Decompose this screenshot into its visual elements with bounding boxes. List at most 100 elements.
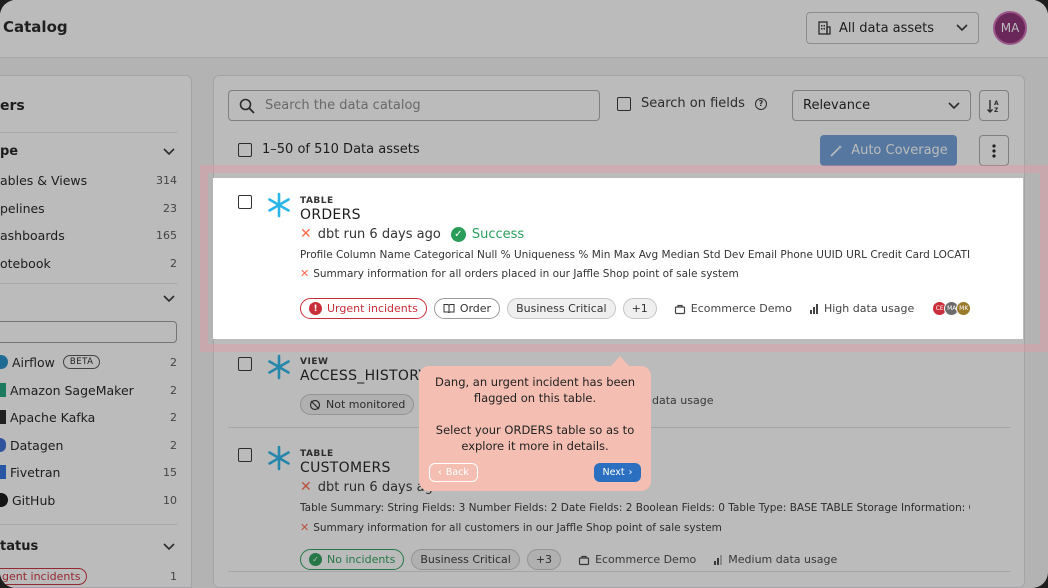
more-tags-badge[interactable]: +3 [526, 549, 562, 570]
more-tags-badge[interactable]: +1 [622, 298, 657, 319]
select-all-checkbox[interactable] [238, 142, 252, 157]
domain-label: Ecommerce Demo [690, 302, 792, 315]
source-filter-input[interactable] [0, 321, 177, 343]
tag-label: +3 [535, 553, 553, 566]
domain-icon [578, 555, 590, 565]
source-filter-sagemaker[interactable]: Amazon SageMaker 2 [0, 380, 177, 400]
next-label: Next [602, 467, 625, 478]
auto-coverage-button[interactable]: Auto Coverage [820, 135, 957, 166]
filter-label: ashboards [0, 227, 65, 243]
type-filter-notebook[interactable]: otebook 2 [0, 253, 177, 273]
filter-label: pelines [0, 200, 45, 216]
owner-avatar: MK [956, 301, 972, 316]
divider [0, 524, 177, 525]
dbt-icon: ✕ [300, 521, 310, 534]
type-filter-header[interactable]: pe [0, 144, 177, 159]
dbt-icon: ✕ [300, 267, 310, 280]
filter-label: Amazon SageMaker [10, 382, 134, 398]
filter-label: ables & Views [0, 172, 88, 188]
filter-label: GitHub [12, 492, 56, 508]
chevron-down-icon [163, 542, 175, 550]
popover-arrow [611, 356, 629, 366]
type-filter-tables[interactable]: ables & Views 314 [0, 170, 177, 190]
filter-label: Airflow [12, 354, 55, 370]
domain-icon [674, 304, 685, 314]
usage-label: High data usage [823, 302, 915, 315]
asset-card-orders[interactable]: TABLE ORDERS ✕ dbt run 6 days ago ✓ Succ… [213, 178, 1023, 339]
search-on-fields-checkbox[interactable] [617, 96, 631, 111]
datagen-icon [0, 438, 6, 452]
filter-count: 165 [156, 228, 177, 242]
sagemaker-icon [0, 383, 6, 397]
business-critical-tag[interactable]: Business Critical [411, 549, 520, 570]
sort-select[interactable]: Relevance [792, 90, 971, 121]
info-icon[interactable]: ? [754, 97, 767, 110]
search-input[interactable]: Search the data catalog [228, 90, 600, 121]
filter-count: 10 [163, 493, 177, 507]
filter-count: 2 [170, 256, 177, 270]
asset-name: ORDERS [300, 207, 361, 223]
usage-bars-icon [714, 554, 723, 565]
sort-order-button[interactable]: AZ [979, 90, 1009, 121]
airflow-icon [0, 355, 8, 369]
row-checkbox[interactable] [238, 448, 252, 462]
status-filter-header[interactable]: tatus [0, 539, 177, 554]
chevron-down-icon [948, 101, 960, 109]
chevron-left-icon: ‹ [438, 467, 442, 478]
status-filter-label: tatus [0, 539, 39, 554]
type-filter-dashboards[interactable]: ashboards 165 [0, 225, 177, 245]
dbt-icon: ✕ [300, 226, 312, 242]
eye-off-icon [309, 399, 321, 410]
source-filter-datagen[interactable]: Datagen 2 [0, 435, 177, 455]
source-filter-kafka[interactable]: Apache Kafka 2 [0, 407, 177, 427]
filter-count: 2 [170, 383, 177, 397]
tag-label: No incidents [327, 553, 396, 566]
asset-summary: Summary information for all customers in… [313, 521, 722, 534]
search-on-fields-toggle[interactable]: Search on fields ? [617, 96, 767, 111]
source-filter-fivetran[interactable]: Fivetran 15 [0, 462, 177, 482]
magic-wand-icon [830, 144, 843, 157]
source-filter-github[interactable]: GitHub 10 [0, 490, 177, 510]
filter-count: 23 [163, 201, 177, 215]
source-filter-header[interactable] [0, 295, 177, 303]
status-filter-urgent[interactable]: gent incidents 1 [0, 566, 177, 586]
asset-name: ACCESS_HISTORY [300, 368, 428, 384]
source-filter-airflow[interactable]: Airflow BETA 2 [0, 352, 177, 372]
business-critical-tag[interactable]: Business Critical [507, 298, 616, 319]
kafka-icon [0, 410, 6, 424]
tour-next-button[interactable]: Next › [594, 463, 641, 482]
tour-back-button[interactable]: ‹ Back [429, 463, 478, 482]
filter-label: Apache Kafka [10, 409, 96, 425]
data-assets-select[interactable]: All data assets [806, 12, 979, 44]
page-title: Catalog [3, 18, 68, 36]
urgent-incidents-tag[interactable]: ! Urgent incidents [300, 298, 427, 319]
svg-text:A: A [994, 100, 999, 107]
user-avatar[interactable]: MA [993, 11, 1027, 45]
data-assets-label: All data assets [839, 20, 935, 36]
more-options-button[interactable] [979, 135, 1009, 166]
search-placeholder: Search the data catalog [265, 98, 421, 113]
run-status: Success [471, 226, 525, 242]
order-tag[interactable]: Order [433, 298, 501, 319]
type-filter-label: pe [0, 144, 19, 159]
alert-icon: ! [309, 302, 322, 315]
filters-sidebar: ers pe ables & Views 314 pelines 23 ashboa… [0, 75, 192, 588]
search-icon [239, 98, 255, 114]
owners-avatars[interactable]: CE MA MK [932, 301, 972, 316]
chevron-down-icon [163, 147, 175, 155]
row-checkbox[interactable] [238, 195, 252, 209]
tag-label: +1 [631, 302, 648, 315]
chevron-down-icon [163, 295, 175, 303]
no-incidents-tag[interactable]: ✓ No incidents [300, 549, 405, 570]
usage-label: Medium data usage [728, 553, 838, 566]
tag-label: Urgent incidents [327, 302, 418, 315]
chevron-right-icon: › [628, 467, 633, 478]
results-count-row: 1–50 of 510 Data assets [238, 142, 420, 157]
filter-label: gent incidents [0, 567, 88, 585]
row-checkbox[interactable] [238, 357, 252, 371]
tag-label: Business Critical [420, 553, 511, 566]
check-circle-icon: ✓ [450, 226, 466, 242]
filter-label: otebook [0, 255, 51, 271]
type-filter-pipelines[interactable]: pelines 23 [0, 198, 177, 218]
filter-count: 2 [170, 355, 177, 369]
